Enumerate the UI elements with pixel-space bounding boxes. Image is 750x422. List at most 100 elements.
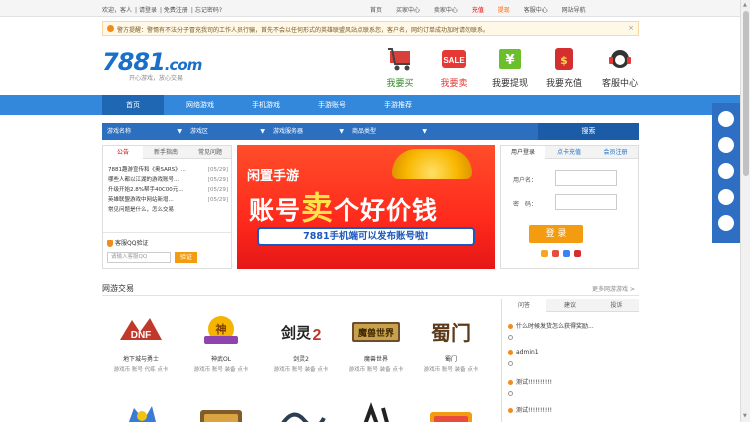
qa-question: 测试!!!!!!!!!! bbox=[508, 405, 636, 414]
chevron-down-icon: ▼ bbox=[339, 128, 344, 135]
shortcut-sell[interactable]: SALE 我要卖 bbox=[430, 46, 478, 89]
game-name: 地下城与勇士 bbox=[122, 356, 159, 363]
news-item[interactable]: 升级开始2.8%帮手40C00元... [05/29] bbox=[108, 185, 228, 195]
tab-qa[interactable]: 问答 bbox=[502, 299, 546, 312]
section-more-link[interactable]: 更多网游游戏 > bbox=[592, 284, 635, 293]
shortcut-withdraw[interactable]: ¥ 我要提现 bbox=[486, 46, 534, 89]
weibo-icon[interactable] bbox=[718, 163, 734, 179]
tab-faq[interactable]: 常见问题 bbox=[189, 146, 231, 159]
page: 欢迎，客人 | 请登录 | 免费注册 | 忘记密码? 首页 买家中心 卖家中心 充值 … bbox=[0, 0, 750, 422]
search-button[interactable]: 搜索 bbox=[538, 123, 639, 140]
notice-banner: 警方提醒：警惕有不法分子冒充我司的工作人员行骗，首先不会以任何形式的英雄联盟风站… bbox=[102, 21, 639, 36]
top-link-site-nav[interactable]: 网站导航 bbox=[562, 5, 586, 14]
alipay-icon[interactable] bbox=[562, 250, 570, 257]
login-button[interactable]: 登 录 bbox=[529, 225, 583, 243]
game-card[interactable]: 剑灵 2 剑灵2 游戏币 账号 装备 点卡 bbox=[272, 314, 330, 373]
username-input[interactable] bbox=[555, 170, 617, 186]
qq-icon[interactable] bbox=[541, 250, 548, 257]
news-item[interactable]: 哪些人都以江湖的游戏账号... [05/29] bbox=[108, 175, 228, 185]
game-card[interactable] bbox=[112, 400, 170, 422]
top-link-seller-center[interactable]: 卖家中心 bbox=[434, 5, 458, 14]
qa-item[interactable]: 测试!!!!!!!!!! bbox=[508, 377, 636, 401]
game-tags: 游戏币 账号 代练 点卡 bbox=[113, 367, 169, 373]
game-card[interactable] bbox=[192, 400, 250, 422]
tab-member-register[interactable]: 会员注册 bbox=[593, 146, 638, 159]
scrollbar[interactable]: ▲ ▼ bbox=[740, 0, 750, 422]
password-input[interactable] bbox=[555, 194, 617, 210]
tab-announcement[interactable]: 公告 bbox=[103, 146, 143, 159]
qq-service-icon[interactable] bbox=[718, 111, 734, 127]
news-item[interactable]: 常见问题是什么，怎么交易 bbox=[108, 205, 228, 215]
wechat-icon[interactable] bbox=[718, 215, 734, 231]
top-link-recharge[interactable]: 充值 bbox=[472, 5, 484, 14]
item-type-select[interactable]: 商品类型 ▼ bbox=[349, 125, 429, 138]
tab-user-login[interactable]: 用户登录 bbox=[501, 146, 545, 159]
news-tabs: 公告 新手指南 常见问题 bbox=[103, 146, 231, 159]
qa-answer bbox=[508, 390, 636, 397]
scroll-up-icon[interactable]: ▲ bbox=[743, 2, 747, 8]
top-link-withdraw[interactable]: 提现 bbox=[498, 5, 510, 14]
forgot-password-link[interactable]: 忘记密码? bbox=[195, 7, 222, 14]
scrollbar-thumb[interactable] bbox=[743, 11, 749, 176]
top-link-buyer-center[interactable]: 买家中心 bbox=[396, 5, 420, 14]
svg-text:¥: ¥ bbox=[505, 53, 514, 68]
login-link[interactable]: 请登录 bbox=[139, 7, 157, 14]
qa-question: 什么时候发货怎么获得奖励... bbox=[508, 321, 636, 330]
game-card[interactable]: 蜀门 蜀门 游戏币 账号 装备 点卡 bbox=[422, 314, 480, 373]
qa-item[interactable]: 测试!!!!!!!!!! bbox=[508, 405, 636, 422]
top-link-home[interactable]: 首页 bbox=[370, 5, 382, 14]
game-card[interactable] bbox=[347, 400, 405, 422]
news-item[interactable]: 英雄联盟游戏中网站新增... [05/29] bbox=[108, 195, 228, 205]
nav-mobile-recommend[interactable]: 手游推荐 bbox=[368, 95, 428, 115]
qa-item[interactable]: 什么时候发货怎么获得奖励... bbox=[508, 321, 636, 345]
game-card[interactable] bbox=[272, 400, 330, 422]
tab-complaint[interactable]: 投诉 bbox=[594, 299, 639, 312]
promo-banner[interactable]: 闲置手游 账号卖个好价钱 7881手机端可以发布账号啦! bbox=[237, 145, 495, 269]
divider bbox=[102, 295, 639, 296]
taobao-icon[interactable] bbox=[573, 250, 581, 257]
chevron-down-icon: ▼ bbox=[422, 128, 427, 135]
banner-strip: 7881手机端可以发布账号啦! bbox=[257, 227, 475, 246]
news-title: 升级开始2.8%帮手40C00元... bbox=[108, 187, 184, 193]
tab-suggestion[interactable]: 建议 bbox=[548, 299, 592, 312]
news-item[interactable]: 7881趣游宣传和《奥SARS》... [05/29] bbox=[108, 165, 228, 175]
close-icon[interactable]: × bbox=[628, 24, 634, 32]
game-card[interactable]: 魔兽世界 魔兽世界 游戏币 账号 装备 点卡 bbox=[347, 314, 405, 373]
qa-panel: 问答 建议 投诉 什么时候发货怎么获得奖励... admin1 测试!!!!!!… bbox=[501, 299, 639, 422]
game-server-select-label: 游戏服务器 bbox=[273, 128, 304, 135]
register-link[interactable]: 免费注册 bbox=[164, 7, 188, 14]
game-name-select[interactable]: 游戏名称 ▼ bbox=[104, 125, 184, 138]
qq-verify-button[interactable]: 验证 bbox=[175, 252, 197, 263]
top-link-service[interactable]: 客服中心 bbox=[524, 5, 548, 14]
game-card[interactable] bbox=[422, 400, 480, 422]
answer-icon bbox=[508, 361, 513, 366]
shortcut-recharge[interactable]: $ 我要充值 bbox=[540, 46, 588, 89]
nav-online-games[interactable]: 网络游戏 bbox=[170, 95, 230, 115]
phone-icon[interactable] bbox=[718, 137, 734, 153]
qa-item[interactable]: admin1 bbox=[508, 349, 636, 373]
qq-input[interactable]: 请输入客服QQ bbox=[107, 252, 171, 263]
shortcut-service[interactable]: 客服中心 bbox=[596, 46, 644, 89]
user-edit-icon[interactable] bbox=[718, 189, 734, 205]
banner-line2-highlight: 卖 bbox=[301, 189, 335, 227]
game-card[interactable]: 神 神武OL 游戏币 账号 装备 点卡 bbox=[192, 314, 250, 373]
nav-home[interactable]: 首页 bbox=[102, 95, 164, 115]
tab-card-recharge[interactable]: 点卡充值 bbox=[547, 146, 591, 159]
notice-text: 警方提醒：警惕有不法分子冒充我司的工作人员行骗，首先不会以任何形式的英雄联盟风站… bbox=[117, 27, 490, 34]
search-bar: 游戏名称 ▼ 游戏区 ▼ 游戏服务器 ▼ 商品类型 ▼ bbox=[102, 123, 538, 140]
game-server-select[interactable]: 游戏服务器 ▼ bbox=[270, 125, 346, 138]
nav-mobile-games[interactable]: 手机游戏 bbox=[236, 95, 296, 115]
shortcut-buy[interactable]: 我要买 bbox=[376, 46, 424, 89]
game-name: 神武OL bbox=[210, 356, 232, 363]
login-tabs: 用户登录 点卡充值 会员注册 bbox=[501, 146, 638, 159]
news-date: [05/29] bbox=[206, 175, 228, 185]
game-tags: 游戏币 账号 装备 点卡 bbox=[273, 367, 329, 373]
game-zone-select[interactable]: 游戏区 ▼ bbox=[187, 125, 267, 138]
scroll-down-icon[interactable]: ▼ bbox=[743, 413, 747, 419]
tab-beginner-guide[interactable]: 新手指南 bbox=[145, 146, 187, 159]
top-utility-bar: 欢迎，客人 | 请登录 | 免费注册 | 忘记密码? 首页 买家中心 卖家中心 充值 … bbox=[0, 0, 740, 17]
site-logo[interactable]: 7881.com bbox=[102, 48, 202, 76]
game-card[interactable]: DNF 地下城与勇士 游戏币 账号 代练 点卡 bbox=[112, 314, 170, 373]
weibo-icon[interactable] bbox=[551, 250, 559, 257]
nav-mobile-accounts[interactable]: 手游账号 bbox=[302, 95, 362, 115]
